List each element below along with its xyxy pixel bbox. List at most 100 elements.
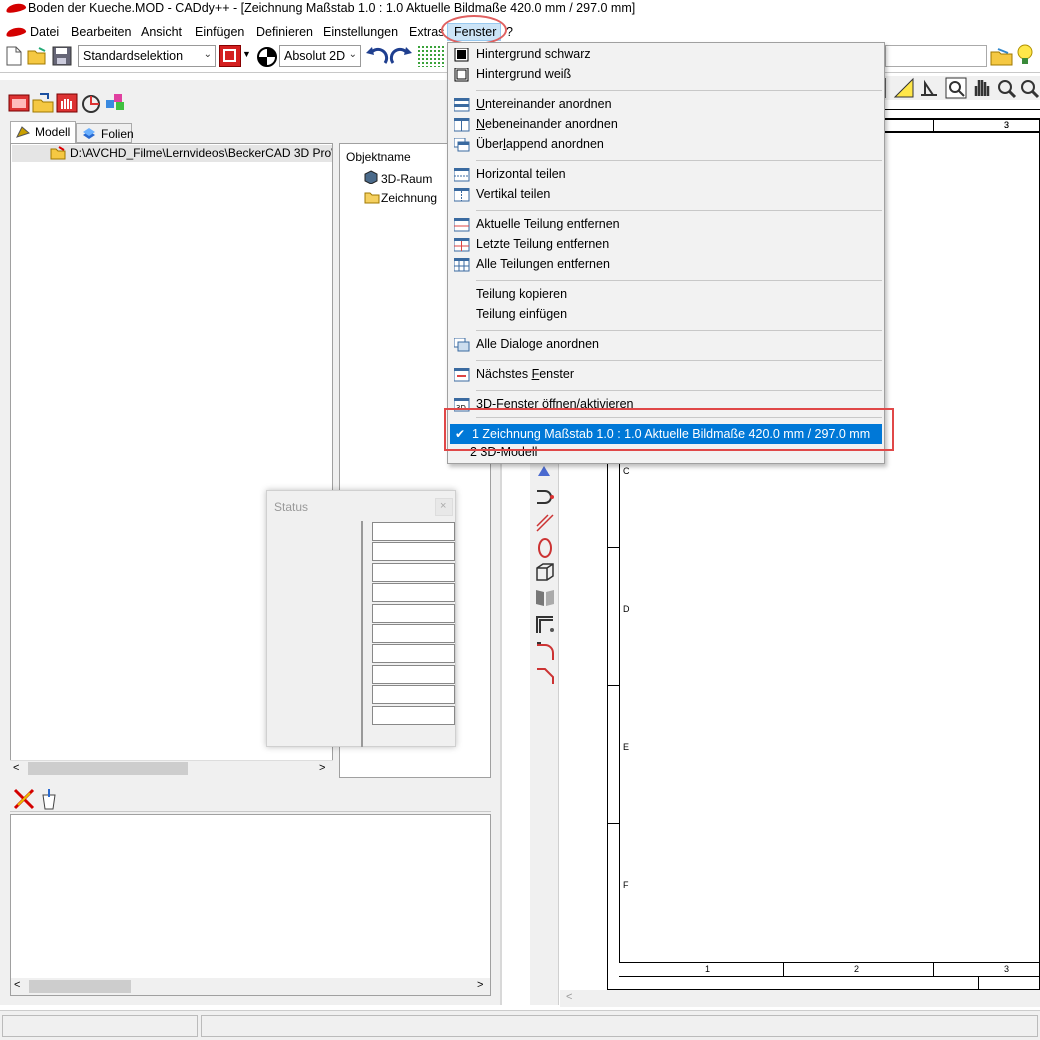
selection-mode-select[interactable]: Standardselektion ⌄ (78, 45, 216, 67)
scroll-right-icon[interactable]: > (319, 762, 325, 774)
panel-tool-3[interactable] (56, 93, 78, 116)
menu-item-text: append anordnen (505, 137, 604, 151)
chevron-down-icon: ⌄ (203, 49, 212, 60)
hand-pan-icon (974, 80, 990, 96)
object-item-3d-raum[interactable]: 3D-Raum (381, 172, 432, 186)
tree-horizontal-scrollbar[interactable]: < > (10, 760, 333, 777)
menu-datei[interactable]: Datei (30, 25, 59, 39)
select-rect-icon (223, 49, 236, 62)
menu-ansicht[interactable]: Ansicht (141, 25, 182, 39)
new-file-button[interactable] (5, 46, 23, 69)
clean-button[interactable] (39, 787, 59, 814)
menu-bearbeiten[interactable]: Bearbeiten (71, 25, 131, 39)
menu-item-split-vertical[interactable]: Vertikal teilen (476, 187, 550, 201)
vtool-arc[interactable] (534, 487, 556, 512)
menu-extras[interactable]: Extras (409, 25, 444, 39)
zoom-previous-button[interactable] (995, 77, 1017, 102)
tab-folien[interactable]: Folien (76, 123, 134, 143)
menu-einstellungen[interactable]: Einstellungen (323, 25, 398, 39)
tips-button[interactable] (1014, 43, 1036, 70)
menu-item-split-horizontal[interactable]: Horizontal teilen (476, 167, 566, 181)
status-dialog[interactable]: Status × (266, 490, 456, 747)
vtool-box[interactable] (534, 561, 556, 586)
system-menu-icon[interactable] (5, 26, 27, 38)
coord-mode-select[interactable]: Absolut 2D ⌄ (279, 45, 361, 67)
menu-item-cascade[interactable]: Überlappend anordnen (476, 137, 604, 151)
vtool-fillet[interactable] (534, 640, 556, 665)
select-tool-dropdown-icon[interactable]: ▼ (242, 49, 251, 59)
open-drawing-button[interactable] (990, 45, 1014, 70)
menu-item-copy-split[interactable]: Teilung kopieren (476, 287, 567, 301)
menu-item-bg-white[interactable]: Hintergrund weiß (476, 67, 571, 81)
properties-horizontal-scrollbar[interactable]: < > (11, 978, 490, 995)
frame-tick (933, 118, 934, 132)
zoom-button[interactable] (945, 77, 967, 102)
scroll-right-icon[interactable]: > (477, 979, 483, 991)
menu-item-bg-black[interactable]: Hintergrund schwarz (476, 47, 591, 61)
scroll-left-icon[interactable]: < (566, 991, 572, 1003)
layer-window-icon (8, 94, 30, 112)
menu-help[interactable]: ? (506, 25, 513, 39)
object-item-zeichnung[interactable]: Zeichnung (381, 191, 437, 205)
open-file-button[interactable] (27, 46, 49, 69)
arc-tool-icon (537, 490, 554, 504)
vtool-extrude[interactable] (534, 586, 556, 611)
color-palette-icon (106, 94, 124, 110)
panel-tool-2[interactable] (32, 92, 54, 117)
menu-separator (476, 210, 882, 211)
scroll-left-icon[interactable]: < (14, 979, 20, 991)
menu-item-remove-last-split[interactable]: Letzte Teilung entfernen (476, 237, 609, 251)
tree-path-label: D:\AVCHD_Filme\Lernvideos\BeckerCAD 3D P… (70, 146, 332, 160)
scroll-thumb[interactable] (29, 980, 131, 993)
menu-item-next-window[interactable]: Nächstes Fenster (476, 367, 574, 381)
panel-tool-4[interactable] (80, 93, 102, 118)
cube-3d-icon (364, 170, 379, 187)
vtool-line[interactable] (534, 512, 556, 537)
vtool-ellipse[interactable] (534, 537, 556, 562)
menu-item-tile-horizontal[interactable]: Untereinander anordnen (476, 97, 612, 111)
model-tab-icon (16, 126, 30, 138)
toolbar-input-field[interactable] (885, 45, 987, 67)
menu-item-tile-vertical[interactable]: Nebeneinander anordnen (476, 117, 618, 131)
undo-button[interactable] (365, 45, 389, 70)
scroll-thumb[interactable] (28, 762, 188, 775)
drawing-horizontal-scrollbar[interactable]: < (560, 990, 1040, 1007)
remove-split-icon (454, 218, 470, 232)
properties-panel[interactable] (10, 814, 491, 996)
scroll-left-icon[interactable]: < (13, 762, 19, 774)
drawing-folder-icon (364, 190, 380, 207)
pan-button[interactable] (970, 76, 992, 103)
save-button[interactable] (52, 46, 72, 69)
vtool-chamfer[interactable] (534, 664, 556, 689)
vtool-1[interactable] (534, 462, 554, 481)
menu-definieren[interactable]: Definieren (256, 25, 313, 39)
hand-icon (56, 93, 78, 113)
view-tool-2[interactable] (918, 77, 940, 102)
panel-tool-1[interactable] (8, 93, 30, 116)
menu-item-arrange-dialogs[interactable]: Alle Dialoge anordnen (476, 337, 599, 351)
bucket-icon (42, 789, 56, 810)
rotate-view-icon (82, 95, 100, 113)
menu-item-remove-current-split[interactable]: Aktuelle Teilung entfernen (476, 217, 620, 231)
view-tool-1[interactable] (893, 77, 915, 102)
mnemonic: U (476, 97, 486, 111)
menu-item-remove-all-splits[interactable]: Alle Teilungen entfernen (476, 257, 610, 271)
delete-button[interactable] (12, 787, 36, 814)
status-close-button[interactable]: × (435, 498, 453, 516)
mnemonic: N (476, 117, 486, 131)
vtool-offset[interactable] (534, 614, 556, 639)
menu-item-paste-split[interactable]: Teilung einfügen (476, 307, 567, 321)
select-tool-button[interactable] (219, 45, 241, 67)
menu-einfuegen[interactable]: Einfügen (195, 25, 244, 39)
redo-button[interactable] (389, 45, 413, 70)
grid-toggle-button[interactable] (417, 45, 445, 67)
zoom-all-button[interactable] (1018, 77, 1040, 102)
status-value-cell (372, 542, 455, 562)
menu-separator (476, 90, 882, 91)
split-horizontal-icon (454, 168, 470, 182)
coord-origin-button[interactable] (256, 46, 278, 71)
tile-horizontal-icon (454, 98, 470, 112)
folder-open-icon (27, 47, 46, 65)
tab-modell[interactable]: Modell (10, 121, 76, 143)
panel-tool-5[interactable] (104, 92, 128, 117)
